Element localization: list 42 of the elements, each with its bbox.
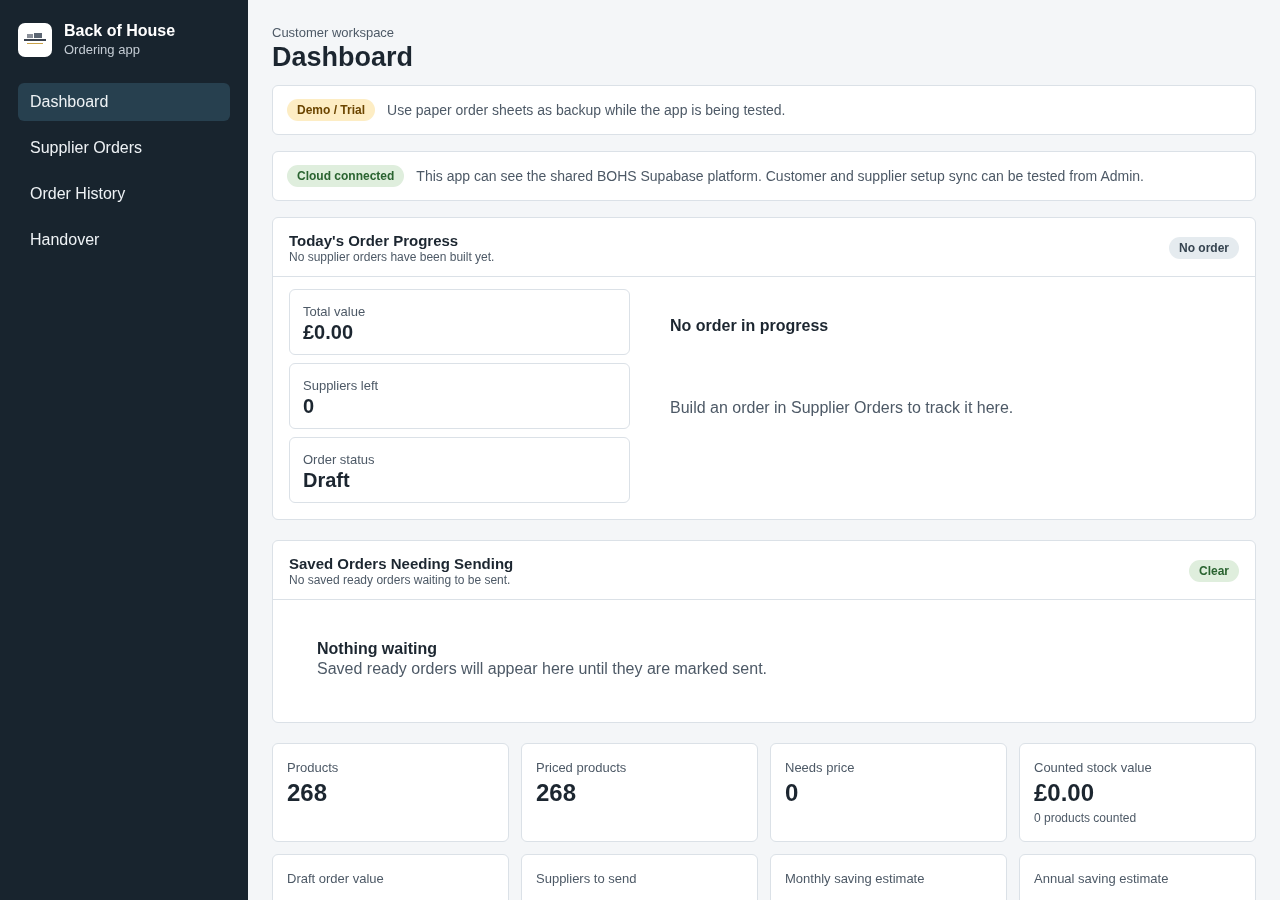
status-badge: Demo / Trial bbox=[287, 99, 376, 121]
app-name: Back of House bbox=[64, 22, 176, 40]
nav-item[interactable]: Dashboard bbox=[18, 83, 230, 121]
page-title: Dashboard bbox=[272, 42, 415, 73]
empty-title: Nothing waiting bbox=[317, 640, 438, 658]
metric-label: Counted stock value bbox=[1034, 760, 1153, 775]
logo-icon bbox=[18, 22, 52, 57]
metric-label: Annual saving estimate bbox=[1034, 871, 1170, 886]
metric-label: Suppliers to send bbox=[536, 871, 638, 886]
nav-item[interactable]: Order History bbox=[18, 175, 230, 213]
metric-value: 0 bbox=[785, 779, 800, 807]
panel-title: Saved Orders Needing Sending bbox=[289, 555, 514, 572]
stat-label: Total value bbox=[303, 304, 367, 319]
status-badge: No order bbox=[1169, 237, 1239, 259]
stat-value: Draft bbox=[303, 469, 351, 492]
status-badge: Clear bbox=[1188, 560, 1239, 582]
empty-text: Saved ready orders will appear here until they are marked sent. bbox=[317, 660, 768, 678]
panel-subtitle: No saved ready orders waiting to be sent. bbox=[289, 573, 512, 587]
metric-value: 268 bbox=[536, 779, 578, 807]
empty-text: Build an order in Supplier Orders to track it here. bbox=[670, 399, 1014, 417]
notice-text: Use paper order sheets as backup while the app is being tested. bbox=[387, 102, 786, 118]
stat-value: £0.00 bbox=[303, 321, 355, 344]
metric-value: £0.00 bbox=[1034, 779, 1096, 807]
metric-label: Monthly saving estimate bbox=[785, 871, 926, 886]
nav-item[interactable]: Handover bbox=[18, 221, 230, 259]
app-subtitle: Ordering app bbox=[64, 42, 141, 57]
metric-label: Priced products bbox=[536, 760, 628, 775]
metric-label: Draft order value bbox=[287, 871, 385, 886]
metric-value: 268 bbox=[287, 779, 329, 807]
stat-label: Suppliers left bbox=[303, 378, 380, 393]
panel-subtitle: No supplier orders have been built yet. bbox=[289, 250, 495, 264]
nav-item[interactable]: Supplier Orders bbox=[18, 129, 230, 167]
stat-value: 0 bbox=[303, 395, 316, 418]
metric-label: Needs price bbox=[785, 760, 856, 775]
empty-title: No order in progress bbox=[670, 317, 830, 335]
panel-title: Today's Order Progress bbox=[289, 232, 460, 249]
stat-label: Order status bbox=[303, 452, 376, 467]
metric-note: 0 products counted bbox=[1034, 811, 1138, 825]
notice-text: This app can see the shared BOHS Supabase platform. Customer and supplier setup sync can be tested from Admin. bbox=[416, 168, 1144, 184]
page-eyebrow: Customer workspace bbox=[272, 25, 396, 40]
metric-label: Products bbox=[287, 760, 340, 775]
status-badge: Cloud connected bbox=[287, 165, 405, 187]
